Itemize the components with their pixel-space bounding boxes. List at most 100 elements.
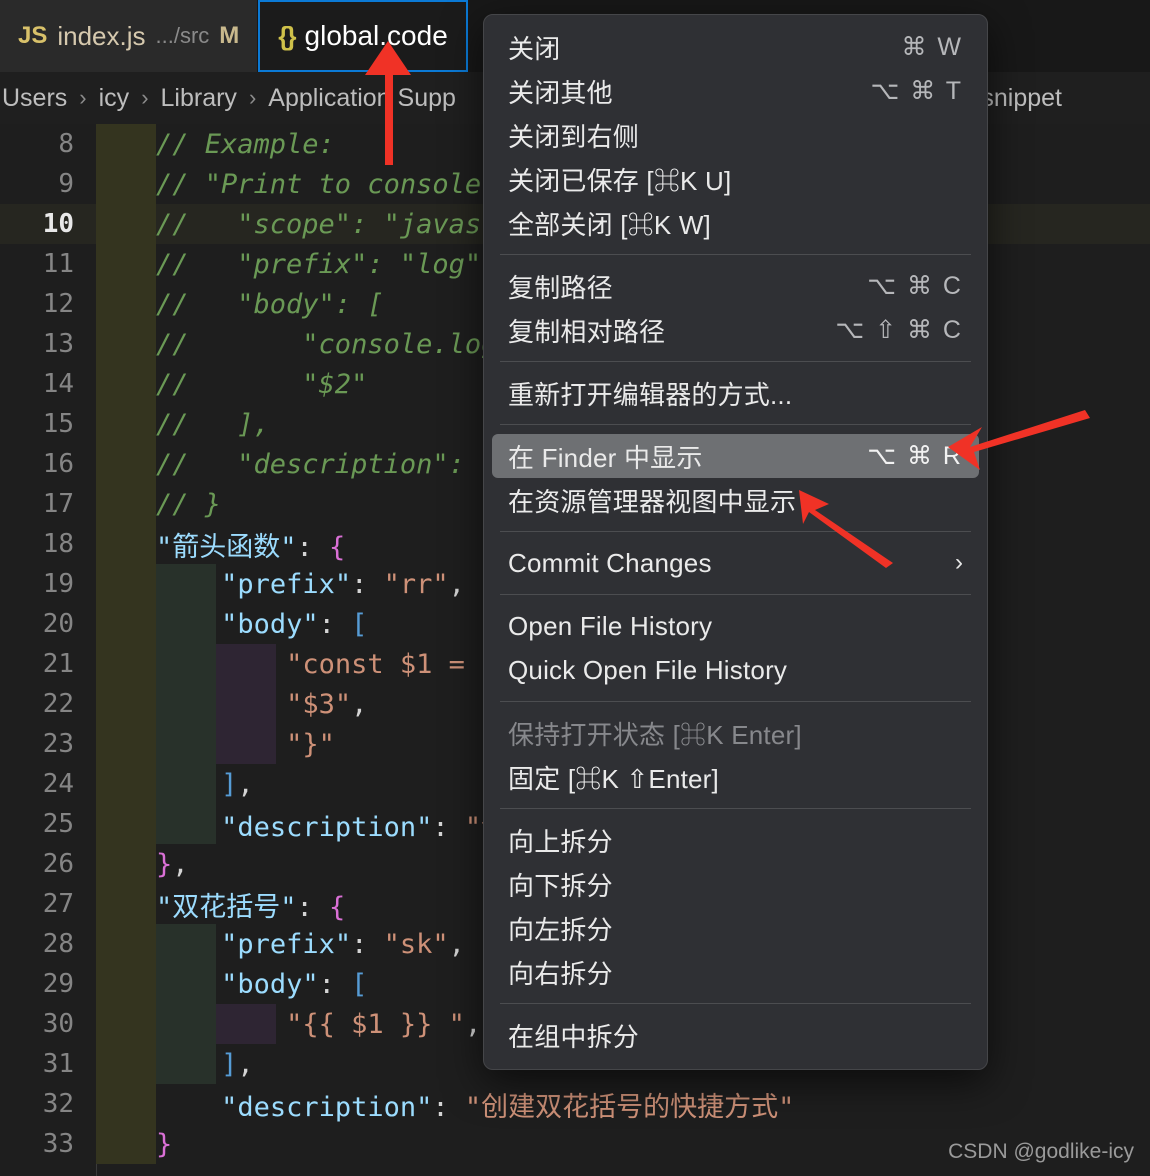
menu-item[interactable]: 复制相对路径 ⌥ ⇧ ⌘ C (492, 308, 979, 352)
menu-separator (500, 254, 971, 255)
menu-item[interactable]: 向左拆分 (492, 906, 979, 950)
line-number: 32 (42, 1089, 74, 1119)
menu-item-label: 固定 [⌘K ⇧Enter] (508, 763, 719, 794)
tab-context-menu[interactable]: 关闭 ⌘ W 关闭其他 ⌥ ⌘ T 关闭到右侧 关闭已保存 [⌘K U] 全部关闭 [⌘K … (483, 14, 988, 1070)
indent-guide (96, 924, 156, 964)
indent-guide (96, 1004, 156, 1044)
tab-modified-badge: M (219, 22, 240, 49)
line-number: 9 (58, 169, 74, 199)
breadcrumb-item-icy[interactable]: icy (97, 84, 132, 113)
menu-item[interactable]: 重新打开编辑器的方式... (492, 371, 979, 415)
line-number: 31 (42, 1049, 74, 1079)
menu-item[interactable]: Quick Open File History (492, 648, 979, 692)
tab-label: global.code (304, 20, 448, 51)
breadcrumb-item-library[interactable]: Library (159, 84, 239, 113)
line-content: // "prefix": "log", (156, 248, 498, 280)
menu-item[interactable]: 关闭到右侧 (492, 113, 979, 157)
line-number: 22 (42, 689, 74, 719)
line-content: }, (156, 848, 189, 880)
line-content: // "body": [ (156, 288, 384, 320)
line-number: 14 (42, 369, 74, 399)
breadcrumb-item-application-support[interactable]: Application Supp (266, 84, 458, 113)
menu-item-label: 向上拆分 (508, 826, 613, 857)
menu-item-shortcut: ⌥ ⌘ C (867, 272, 963, 300)
line-content: "description": "创建双花括号的快捷方式" (221, 1091, 795, 1123)
menu-item[interactable]: 在资源管理器视图中显示 (492, 478, 979, 522)
menu-item-label: Open File History (508, 610, 713, 641)
tab-index-js[interactable]: JS index.js .../src M (0, 0, 258, 72)
breadcrumb-item-users[interactable]: Users (0, 84, 69, 113)
chevron-right-icon: › (248, 85, 257, 110)
menu-item-label: 复制相对路径 (508, 316, 666, 347)
indent-guide (96, 804, 156, 844)
menu-item[interactable]: 固定 [⌘K ⇧Enter] (492, 755, 979, 799)
menu-item[interactable]: Commit Changes › (492, 541, 979, 585)
line-number: 10 (42, 209, 74, 239)
tab-global-code-snippets[interactable]: {} global.code (258, 0, 468, 72)
line-content: ], (221, 768, 254, 800)
menu-item[interactable]: 关闭已保存 [⌘K U] (492, 157, 979, 201)
line-content: "const $1 = ( (286, 648, 498, 680)
line-content: "prefix": "sk", (221, 928, 465, 960)
line-number: 19 (42, 569, 74, 599)
line-content: "双花括号": { (156, 891, 346, 923)
indent-guide (96, 284, 156, 324)
indent-guide (96, 844, 156, 884)
indent-guide (96, 484, 156, 524)
vscode-window: JS index.js .../src M {} global.code Use… (0, 0, 1150, 1176)
menu-item[interactable]: 在 Finder 中显示 ⌥ ⌘ R (492, 434, 979, 478)
menu-item-label: 保持打开状态 [⌘K Enter] (508, 719, 802, 750)
indent-guide (96, 364, 156, 404)
menu-item: 保持打开状态 [⌘K Enter] (492, 711, 979, 755)
line-number: 15 (42, 409, 74, 439)
js-file-icon: JS (18, 22, 48, 49)
chevron-right-icon: › (955, 549, 963, 576)
line-content: // "scope": "javascr (156, 208, 514, 240)
indent-guide (96, 124, 156, 164)
menu-separator (500, 361, 971, 362)
menu-item[interactable]: 全部关闭 [⌘K W] (492, 201, 979, 245)
line-content: "}" (286, 728, 335, 760)
line-number: 17 (42, 489, 74, 519)
menu-item-label: 关闭其他 (508, 77, 613, 108)
code-line[interactable]: 32 "description": "创建双花括号的快捷方式" (0, 1084, 1150, 1124)
line-content: // Example: (156, 128, 335, 160)
indent-guide (96, 1084, 156, 1124)
menu-item[interactable]: 关闭其他 ⌥ ⌘ T (492, 69, 979, 113)
menu-item[interactable]: 向下拆分 (492, 862, 979, 906)
menu-item[interactable]: 向右拆分 (492, 950, 979, 994)
line-content: } (156, 1128, 173, 1160)
line-content: // "console.log( (156, 328, 514, 360)
line-content: "prefix": "rr", (221, 568, 465, 600)
menu-item[interactable]: 关闭 ⌘ W (492, 25, 979, 69)
menu-item-label: 复制路径 (508, 272, 613, 303)
menu-item-label: 全部关闭 [⌘K W] (508, 209, 711, 240)
menu-item-label: 向左拆分 (508, 914, 613, 945)
line-number: 30 (42, 1009, 74, 1039)
menu-item-label: 重新打开编辑器的方式... (508, 379, 793, 410)
menu-item[interactable]: Open File History (492, 604, 979, 648)
indent-guide (96, 524, 156, 564)
indent-guide (96, 444, 156, 484)
menu-item-shortcut: ⌥ ⌘ R (867, 442, 963, 470)
menu-separator (500, 808, 971, 809)
line-content: "箭头函数": { (156, 531, 346, 563)
menu-item[interactable]: 在组中拆分 (492, 1013, 979, 1057)
menu-item-shortcut: ⌥ ⌘ T (870, 77, 963, 105)
line-content: // "$2" (156, 368, 368, 400)
indent-guide (96, 644, 156, 684)
line-content: "$3", (286, 688, 368, 720)
menu-item[interactable]: 复制路径 ⌥ ⌘ C (492, 264, 979, 308)
line-number: 29 (42, 969, 74, 999)
indent-guide (96, 764, 156, 804)
line-number: 13 (42, 329, 74, 359)
tab-label: index.js (57, 20, 146, 51)
line-number: 33 (42, 1129, 74, 1159)
line-content: "description": "创 (221, 811, 508, 843)
menu-item[interactable]: 向上拆分 (492, 818, 979, 862)
tab-path: .../src (155, 23, 210, 48)
menu-separator (500, 594, 971, 595)
line-content: // ], (156, 408, 270, 440)
menu-separator (500, 531, 971, 532)
menu-item-label: 在 Finder 中显示 (508, 442, 703, 473)
